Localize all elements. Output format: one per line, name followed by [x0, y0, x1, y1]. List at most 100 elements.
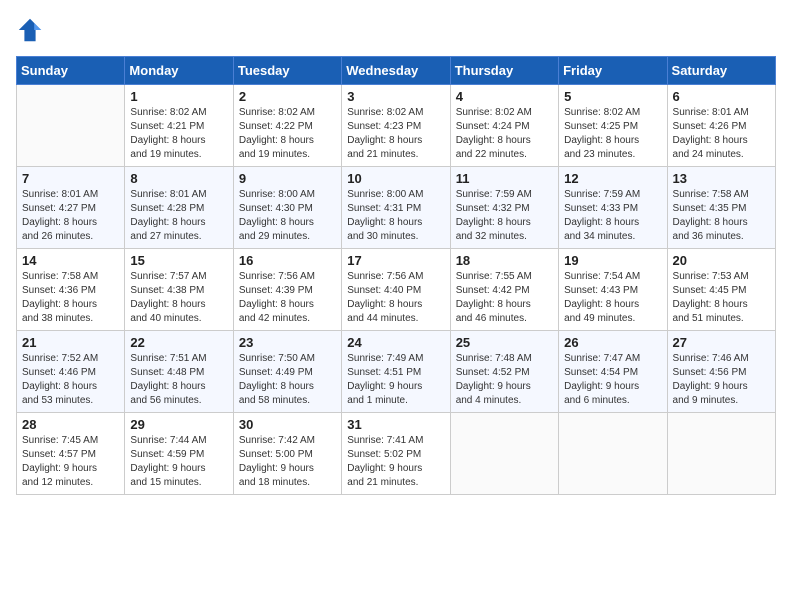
- day-number: 29: [130, 417, 227, 432]
- calendar-cell: 23 Sunrise: 7:50 AM Sunset: 4:49 PM Dayli…: [233, 331, 341, 413]
- week-row-5: 28Sunrise: 7:45 AM Sunset: 4:57 PM Dayli…: [17, 413, 776, 495]
- day-number: 20: [673, 253, 770, 268]
- calendar-cell: 19 Sunrise: 7:54 AM Sunset: 4:43 PM Dayli…: [559, 249, 667, 331]
- calendar-cell: 9 Sunrise: 8:00 AM Sunset: 4:30 PM Daylig…: [233, 167, 341, 249]
- day-number: 18: [456, 253, 553, 268]
- day-number: 13: [673, 171, 770, 186]
- day-number: 23: [239, 335, 336, 350]
- week-row-3: 14Sunrise: 7:58 AM Sunset: 4:36 PM Dayli…: [17, 249, 776, 331]
- calendar-cell: 24Sunrise: 7:49 AM Sunset: 4:51 PM Dayli…: [342, 331, 450, 413]
- day-info: Sunrise: 8:02 AM Sunset: 4:23 PM Dayligh…: [347, 106, 444, 162]
- day-number: 27: [673, 335, 770, 350]
- weekday-header-wednesday: Wednesday: [342, 57, 450, 85]
- day-number: 30: [239, 417, 336, 432]
- day-info: Sunrise: 7:48 AM Sunset: 4:52 PM Dayligh…: [456, 352, 553, 408]
- day-info: Sunrise: 8:02 AM Sunset: 4:25 PM Dayligh…: [564, 106, 661, 162]
- day-number: 14: [22, 253, 119, 268]
- day-number: 17: [347, 253, 444, 268]
- day-number: 9: [239, 171, 336, 186]
- day-number: 26: [564, 335, 661, 350]
- day-number: 1: [130, 89, 227, 104]
- calendar-cell: 18 Sunrise: 7:55 AM Sunset: 4:42 PM Dayli…: [450, 249, 558, 331]
- day-info: Sunrise: 8:02 AM Sunset: 4:21 PM Dayligh…: [130, 106, 227, 162]
- weekday-header-thursday: Thursday: [450, 57, 558, 85]
- page-header: [16, 16, 776, 44]
- day-number: 28: [22, 417, 119, 432]
- day-info: Sunrise: 7:56 AM Sunset: 4:39 PM Dayligh…: [239, 270, 336, 326]
- day-number: 10: [347, 171, 444, 186]
- day-number: 3: [347, 89, 444, 104]
- calendar-cell: 16 Sunrise: 7:56 AM Sunset: 4:39 PM Dayli…: [233, 249, 341, 331]
- weekday-header-tuesday: Tuesday: [233, 57, 341, 85]
- calendar-cell: 28Sunrise: 7:45 AM Sunset: 4:57 PM Dayli…: [17, 413, 125, 495]
- day-info: Sunrise: 8:02 AM Sunset: 4:22 PM Dayligh…: [239, 106, 336, 162]
- day-info: Sunrise: 7:54 AM Sunset: 4:43 PM Dayligh…: [564, 270, 661, 326]
- day-number: 11: [456, 171, 553, 186]
- calendar-cell: 8 Sunrise: 8:01 AM Sunset: 4:28 PM Daylig…: [125, 167, 233, 249]
- day-info: Sunrise: 7:55 AM Sunset: 4:42 PM Dayligh…: [456, 270, 553, 326]
- day-info: Sunrise: 7:52 AM Sunset: 4:46 PM Dayligh…: [22, 352, 119, 408]
- calendar-cell: 3 Sunrise: 8:02 AM Sunset: 4:23 PM Daylig…: [342, 85, 450, 167]
- day-number: 2: [239, 89, 336, 104]
- calendar-cell: 17 Sunrise: 7:56 AM Sunset: 4:40 PM Dayli…: [342, 249, 450, 331]
- day-number: 4: [456, 89, 553, 104]
- day-info: Sunrise: 7:42 AM Sunset: 5:00 PM Dayligh…: [239, 434, 336, 490]
- day-info: Sunrise: 8:02 AM Sunset: 4:24 PM Dayligh…: [456, 106, 553, 162]
- calendar-cell: [17, 85, 125, 167]
- day-number: 5: [564, 89, 661, 104]
- day-number: 15: [130, 253, 227, 268]
- calendar-cell: 26 Sunrise: 7:47 AM Sunset: 4:54 PM Dayli…: [559, 331, 667, 413]
- calendar-cell: 10Sunrise: 8:00 AM Sunset: 4:31 PM Dayli…: [342, 167, 450, 249]
- calendar-cell: [450, 413, 558, 495]
- day-info: Sunrise: 8:01 AM Sunset: 4:28 PM Dayligh…: [130, 188, 227, 244]
- day-number: 7: [22, 171, 119, 186]
- day-info: Sunrise: 7:58 AM Sunset: 4:35 PM Dayligh…: [673, 188, 770, 244]
- day-info: Sunrise: 8:00 AM Sunset: 4:30 PM Dayligh…: [239, 188, 336, 244]
- day-info: Sunrise: 7:41 AM Sunset: 5:02 PM Dayligh…: [347, 434, 444, 490]
- calendar-cell: 7 Sunrise: 8:01 AM Sunset: 4:27 PM Daylig…: [17, 167, 125, 249]
- calendar-cell: 22Sunrise: 7:51 AM Sunset: 4:48 PM Dayli…: [125, 331, 233, 413]
- calendar-cell: 5 Sunrise: 8:02 AM Sunset: 4:25 PM Daylig…: [559, 85, 667, 167]
- day-info: Sunrise: 7:51 AM Sunset: 4:48 PM Dayligh…: [130, 352, 227, 408]
- day-info: Sunrise: 7:46 AM Sunset: 4:56 PM Dayligh…: [673, 352, 770, 408]
- day-number: 31: [347, 417, 444, 432]
- calendar-cell: 2 Sunrise: 8:02 AM Sunset: 4:22 PM Daylig…: [233, 85, 341, 167]
- day-info: Sunrise: 7:47 AM Sunset: 4:54 PM Dayligh…: [564, 352, 661, 408]
- day-info: Sunrise: 7:53 AM Sunset: 4:45 PM Dayligh…: [673, 270, 770, 326]
- day-info: Sunrise: 7:59 AM Sunset: 4:32 PM Dayligh…: [456, 188, 553, 244]
- calendar-cell: 27 Sunrise: 7:46 AM Sunset: 4:56 PM Dayli…: [667, 331, 775, 413]
- logo: [16, 16, 48, 44]
- day-info: Sunrise: 7:50 AM Sunset: 4:49 PM Dayligh…: [239, 352, 336, 408]
- calendar-cell: 13 Sunrise: 7:58 AM Sunset: 4:35 PM Dayli…: [667, 167, 775, 249]
- day-info: Sunrise: 7:56 AM Sunset: 4:40 PM Dayligh…: [347, 270, 444, 326]
- day-info: Sunrise: 8:01 AM Sunset: 4:27 PM Dayligh…: [22, 188, 119, 244]
- day-info: Sunrise: 8:01 AM Sunset: 4:26 PM Dayligh…: [673, 106, 770, 162]
- day-info: Sunrise: 7:44 AM Sunset: 4:59 PM Dayligh…: [130, 434, 227, 490]
- day-number: 8: [130, 171, 227, 186]
- calendar-cell: 1 Sunrise: 8:02 AM Sunset: 4:21 PM Daylig…: [125, 85, 233, 167]
- weekday-header-friday: Friday: [559, 57, 667, 85]
- logo-icon: [16, 16, 44, 44]
- calendar-cell: 14Sunrise: 7:58 AM Sunset: 4:36 PM Dayli…: [17, 249, 125, 331]
- calendar-cell: 20 Sunrise: 7:53 AM Sunset: 4:45 PM Dayli…: [667, 249, 775, 331]
- week-row-2: 7 Sunrise: 8:01 AM Sunset: 4:27 PM Daylig…: [17, 167, 776, 249]
- calendar-cell: 12Sunrise: 7:59 AM Sunset: 4:33 PM Dayli…: [559, 167, 667, 249]
- calendar-cell: 15 Sunrise: 7:57 AM Sunset: 4:38 PM Dayli…: [125, 249, 233, 331]
- calendar-cell: 29 Sunrise: 7:44 AM Sunset: 4:59 PM Dayli…: [125, 413, 233, 495]
- weekday-header-saturday: Saturday: [667, 57, 775, 85]
- weekday-header-monday: Monday: [125, 57, 233, 85]
- week-row-4: 21Sunrise: 7:52 AM Sunset: 4:46 PM Dayli…: [17, 331, 776, 413]
- day-info: Sunrise: 7:59 AM Sunset: 4:33 PM Dayligh…: [564, 188, 661, 244]
- calendar-cell: 4 Sunrise: 8:02 AM Sunset: 4:24 PM Daylig…: [450, 85, 558, 167]
- day-number: 24: [347, 335, 444, 350]
- calendar-cell: [559, 413, 667, 495]
- weekday-header-sunday: Sunday: [17, 57, 125, 85]
- calendar-cell: 6 Sunrise: 8:01 AM Sunset: 4:26 PM Daylig…: [667, 85, 775, 167]
- day-number: 25: [456, 335, 553, 350]
- day-number: 19: [564, 253, 661, 268]
- day-number: 16: [239, 253, 336, 268]
- calendar-cell: 21Sunrise: 7:52 AM Sunset: 4:46 PM Dayli…: [17, 331, 125, 413]
- calendar-cell: 11 Sunrise: 7:59 AM Sunset: 4:32 PM Dayli…: [450, 167, 558, 249]
- day-number: 6: [673, 89, 770, 104]
- day-info: Sunrise: 7:57 AM Sunset: 4:38 PM Dayligh…: [130, 270, 227, 326]
